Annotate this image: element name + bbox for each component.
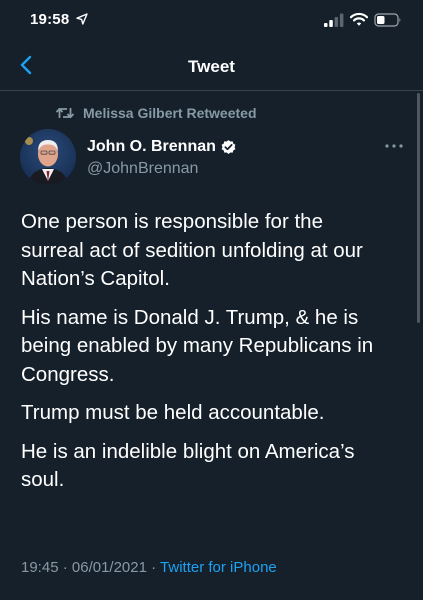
wifi-icon (350, 12, 368, 26)
page-title: Tweet (188, 57, 235, 76)
signal-icon (324, 13, 344, 27)
author-avatar[interactable] (20, 129, 76, 185)
meta-separator: · (151, 559, 157, 576)
tweet-paragraph-4: He is an indelible blight on America’s s… (21, 439, 355, 492)
tweet-date: 06/01/2021 (71, 559, 147, 576)
tweet-paragraph-3: Trump must be held accountable. (21, 401, 325, 424)
navigation-bar: Tweet (0, 42, 423, 91)
battery-icon (374, 13, 401, 27)
retweet-context[interactable]: Melissa Gilbert Retweeted (56, 103, 257, 123)
more-horizontal-icon[interactable] (382, 136, 406, 156)
status-time: 19:58 (30, 11, 70, 28)
meta-separator: · (62, 559, 68, 576)
tweet-paragraph-2: His name is Donald J. Trump, & he is bei… (21, 305, 374, 386)
tweet-paragraph-1: One person is responsible for the surrea… (21, 210, 363, 290)
tweet-time: 19:45 (21, 559, 59, 576)
status-bar: 19:58 (0, 0, 423, 42)
tweet-text: One person is responsible for the surrea… (21, 208, 413, 505)
retweet-icon (56, 107, 74, 119)
retweet-context-label: Melissa Gilbert Retweeted (83, 105, 257, 121)
author-handle[interactable]: @JohnBrennan (87, 160, 198, 178)
avatar-image (20, 129, 76, 185)
verified-badge-icon (221, 139, 236, 154)
author-name: John O. Brennan (87, 138, 216, 155)
location-arrow-icon (76, 13, 88, 25)
author-name-row[interactable]: John O. Brennan (87, 138, 237, 156)
tweet-source-link[interactable]: Twitter for iPhone (160, 559, 277, 576)
scroll-indicator[interactable] (417, 93, 420, 323)
tweet-detail-screen: 19:58 Tweet Melissa Gilbert Retweeted Jo… (0, 0, 423, 600)
tweet-meta: 19:45 · 06/01/2021 · Twitter for iPhone (21, 559, 277, 576)
